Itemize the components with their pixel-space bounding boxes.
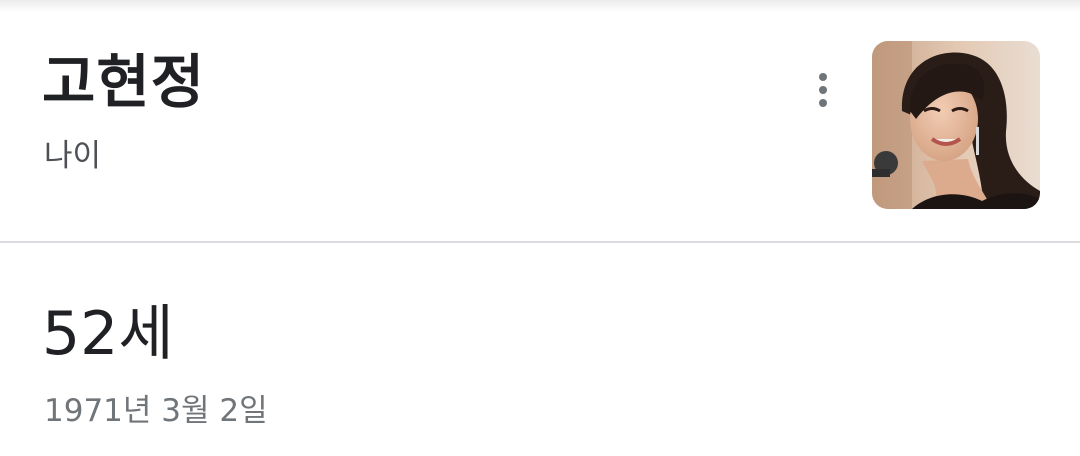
entity-photo[interactable] xyxy=(872,41,1040,209)
knowledge-header: 고현정 나이 xyxy=(0,12,1080,241)
person-photo-image xyxy=(872,41,1040,209)
entity-attribute-label: 나이 xyxy=(44,138,102,174)
more-vert-icon xyxy=(819,73,827,81)
age-answer: 52세 xyxy=(42,299,174,369)
birth-date: 1971년 3월 2일 xyxy=(44,393,268,429)
top-shadow xyxy=(0,0,1080,12)
entity-title: 고현정 xyxy=(42,48,206,116)
more-options-button[interactable] xyxy=(806,68,840,112)
section-divider xyxy=(0,241,1080,243)
